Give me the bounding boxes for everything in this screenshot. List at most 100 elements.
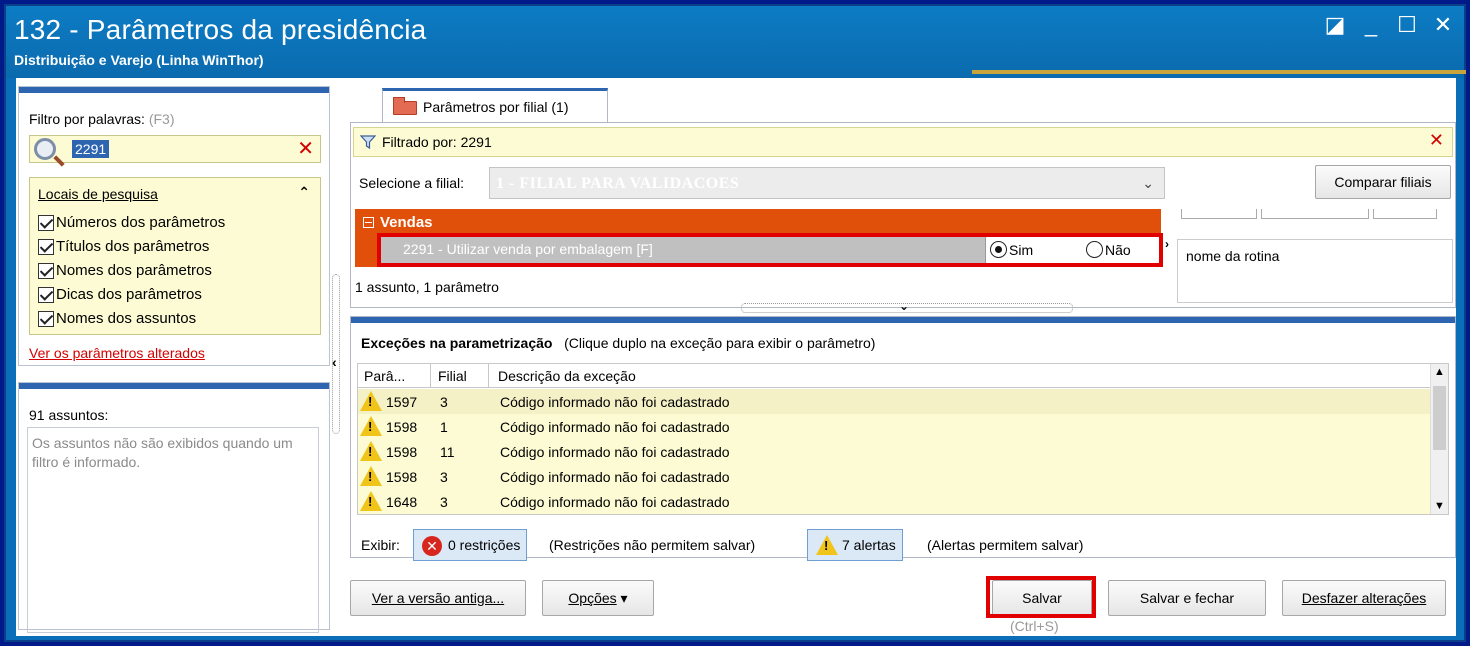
- column-header-description[interactable]: Descrição da exceção: [498, 368, 636, 384]
- search-icon: [34, 138, 56, 160]
- funnel-icon: [360, 135, 376, 150]
- column-header-stub: [1373, 209, 1437, 219]
- subjects-count: 91 assuntos:: [29, 407, 109, 423]
- checkbox-checked-icon[interactable]: [38, 262, 54, 279]
- save-shortcut-hint: (Ctrl+S): [1010, 618, 1059, 634]
- tab-label-text: Parâmetros por filial: [423, 99, 548, 115]
- checkbox-label: Nomes dos parâmetros: [56, 262, 212, 279]
- scroll-thumb[interactable]: [1433, 386, 1446, 450]
- checkbox-label: Números dos parâmetros: [56, 214, 226, 231]
- subjects-panel: 91 assuntos: Os assuntos não são exibido…: [18, 382, 330, 633]
- subjects-message: Os assuntos não são exibidos quando um f…: [27, 427, 319, 633]
- checkbox-param-titles[interactable]: Títulos dos parâmetros: [38, 238, 209, 255]
- group-header[interactable]: Vendas: [363, 214, 433, 231]
- table-row[interactable]: ! 1598 1 Código informado não foi cadast…: [358, 414, 1432, 439]
- checkbox-checked-icon[interactable]: [38, 286, 54, 303]
- filter-label-text: Filtro por palavras:: [29, 111, 145, 127]
- window-controls: ◪ _ ☐ ✕: [1324, 12, 1454, 38]
- scroll-down-icon[interactable]: ▼: [1434, 500, 1445, 512]
- annotation-highlight-save: [986, 576, 1096, 618]
- table-row[interactable]: ! 1648 3 Código informado não foi cadast…: [358, 489, 1432, 514]
- checkbox-label: Títulos dos parâmetros: [56, 238, 210, 255]
- close-icon[interactable]: ✕: [1432, 12, 1454, 38]
- panel-accent-bar: [19, 87, 329, 93]
- checkbox-checked-icon[interactable]: [38, 214, 54, 231]
- folder-icon: [393, 97, 417, 115]
- warning-mark: !: [824, 538, 829, 553]
- branch-select[interactable]: 1 - FILIAL PARA VALIDACOES ⌄: [489, 167, 1165, 199]
- error-icon: ✕: [422, 536, 442, 556]
- save-and-close-button[interactable]: Salvar e fechar: [1108, 580, 1266, 616]
- checkbox-param-names[interactable]: Nomes dos parâmetros: [38, 262, 212, 279]
- collapse-group-icon[interactable]: [363, 217, 374, 228]
- checkbox-checked-icon[interactable]: [38, 310, 54, 327]
- alerts-note: (Alertas permitem salvar): [927, 537, 1084, 553]
- branch-select-value: 1 - FILIAL PARA VALIDACOES: [496, 175, 740, 192]
- vertical-scrollbar[interactable]: ▲ ▼: [1430, 364, 1448, 514]
- tab-params-by-branch[interactable]: Parâmetros por filial (1): [382, 88, 608, 122]
- restrictions-note: (Restrições não permitem salvar): [549, 537, 756, 553]
- restore-icon[interactable]: ◪: [1324, 12, 1346, 38]
- scroll-up-icon[interactable]: ▲: [1434, 366, 1445, 378]
- search-locations-title[interactable]: Locais de pesquisa: [38, 186, 158, 202]
- minimize-icon[interactable]: _: [1360, 12, 1382, 38]
- client-area: Filtro por palavras: (F3) 2291 ✕ Locais …: [16, 78, 1456, 636]
- column-header-stub: [1261, 209, 1369, 219]
- result-count: 1 assunto, 1 parâmetro: [355, 279, 499, 295]
- params-panel: Filtrado por: 2291 ✕ Selecione a filial:…: [350, 122, 1456, 313]
- exceptions-title-text: Exceções na parametrização: [361, 335, 553, 351]
- table-row[interactable]: ! 1598 3 Código informado não foi cadast…: [358, 464, 1432, 489]
- branch-select-label: Selecione a filial:: [359, 175, 465, 191]
- column-divider: [488, 364, 489, 388]
- options-button[interactable]: Opções ▾: [542, 580, 654, 616]
- table-row[interactable]: ! 1597 3 Código informado não foi cadast…: [358, 389, 1432, 414]
- checkbox-checked-icon[interactable]: [38, 238, 54, 255]
- exceptions-panel: Exceções na parametrização (Clique duplo…: [350, 316, 1456, 561]
- checkbox-subject-names[interactable]: Nomes dos assuntos: [38, 310, 196, 327]
- changed-params-link[interactable]: Ver os parâmetros alterados: [29, 345, 205, 361]
- column-header-filial[interactable]: Filial: [438, 368, 467, 384]
- warning-mark: !: [368, 444, 373, 459]
- clear-search-icon[interactable]: ✕: [297, 137, 314, 161]
- search-locations-box: Locais de pesquisa ⌃ Números dos parâmet…: [29, 177, 321, 335]
- column-header-param[interactable]: Parâ...: [364, 368, 405, 384]
- chevron-down-icon[interactable]: ⌄: [899, 299, 909, 313]
- cell-description: Código informado não foi cadastrado: [500, 444, 730, 460]
- expand-right-icon[interactable]: ›: [1165, 237, 1169, 251]
- alerts-toggle[interactable]: ! 7 alertas: [807, 529, 903, 561]
- cell-description: Código informado não foi cadastrado: [500, 419, 730, 435]
- old-version-label: Ver a versão antiga...: [371, 590, 505, 606]
- filter-shortcut-hint: (F3): [148, 111, 175, 127]
- cell-filial: 3: [440, 494, 448, 510]
- chevron-down-icon[interactable]: ⌄: [1142, 175, 1154, 192]
- restrictions-toggle[interactable]: ✕ 0 restrições: [413, 529, 528, 561]
- cell-param: 1598: [386, 444, 418, 460]
- collapse-icon[interactable]: ⌃: [298, 184, 310, 201]
- table-header: Parâ... Filial Descrição da exceção: [358, 364, 1432, 388]
- restrictions-count: 0 restrições: [448, 537, 521, 553]
- table-row[interactable]: ! 1598 11 Código informado não foi cadas…: [358, 439, 1432, 464]
- maximize-icon[interactable]: ☐: [1396, 12, 1418, 38]
- cell-filial: 3: [440, 394, 448, 410]
- cell-param: 1598: [386, 469, 418, 485]
- title-accent-line: [972, 70, 1466, 74]
- old-version-button[interactable]: Ver a versão antiga...: [350, 580, 526, 616]
- search-value[interactable]: 2291: [72, 140, 110, 158]
- checkbox-param-numbers[interactable]: Números dos parâmetros: [38, 214, 225, 231]
- undo-changes-button[interactable]: Desfazer alterações: [1282, 580, 1446, 616]
- title-bar: 132 - Parâmetros da presidência Distribu…: [6, 6, 1466, 78]
- panel-accent-bar: [19, 383, 329, 389]
- exceptions-title: Exceções na parametrização (Clique duplo…: [361, 335, 875, 351]
- search-input[interactable]: 2291 ✕: [29, 135, 321, 163]
- compare-branches-button[interactable]: Comparar filiais: [1315, 165, 1451, 199]
- checkbox-param-tips[interactable]: Dicas dos parâmetros: [38, 286, 202, 303]
- routine-name-text: nome da rotina: [1186, 248, 1280, 264]
- filter-status-bar: Filtrado por: 2291 ✕: [353, 127, 1453, 157]
- checkbox-label: Nomes dos assuntos: [56, 310, 197, 327]
- cell-param: 1648: [386, 494, 418, 510]
- collapse-left-icon[interactable]: ‹: [332, 354, 337, 370]
- filter-panel: Filtro por palavras: (F3) 2291 ✕ Locais …: [18, 86, 330, 366]
- panel-accent-bar: [351, 317, 1455, 323]
- clear-filter-icon[interactable]: ✕: [1429, 130, 1444, 151]
- routine-info-box: nome da rotina: [1177, 239, 1453, 303]
